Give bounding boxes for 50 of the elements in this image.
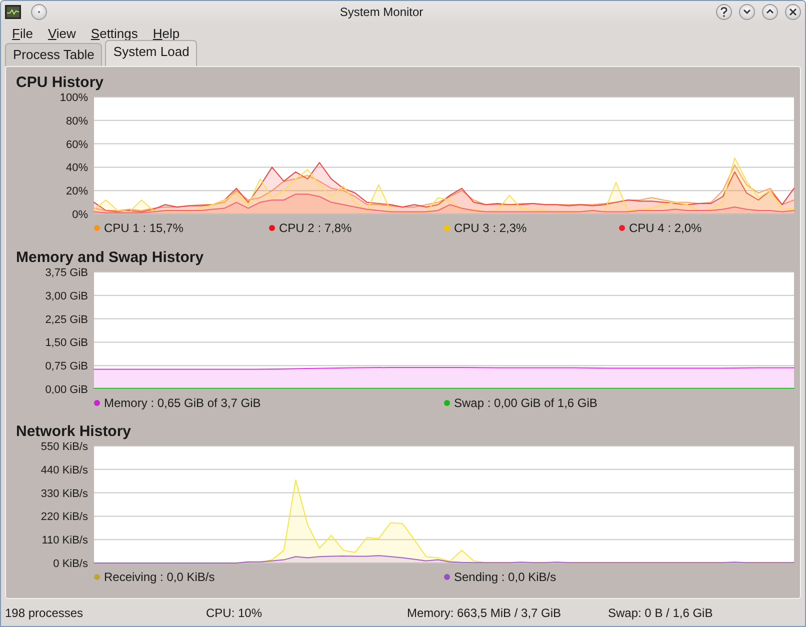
legend-label: CPU 3 : 2,3% bbox=[454, 221, 527, 235]
status-text: 198 processes bbox=[5, 606, 84, 620]
axis-label: 100% bbox=[60, 92, 88, 104]
axis-label: 440 KiB/s bbox=[40, 464, 88, 477]
legend-label: CPU 2 : 7,8% bbox=[279, 221, 352, 235]
menu-item[interactable]: Settings bbox=[84, 26, 144, 40]
close-button[interactable] bbox=[785, 4, 801, 20]
tab[interactable]: System Load bbox=[105, 40, 198, 66]
maximize-button[interactable] bbox=[762, 4, 778, 20]
axis-label: 550 KiB/s bbox=[40, 441, 88, 454]
monitor-icon[interactable] bbox=[5, 4, 21, 18]
legend-label: Receiving : 0,0 KiB/s bbox=[104, 570, 215, 584]
axis-label: 40% bbox=[66, 162, 88, 174]
axis-label: 20% bbox=[66, 186, 88, 198]
section-title: CPU History bbox=[15, 74, 105, 91]
dot-icon bbox=[37, 10, 41, 14]
axis-label: 0% bbox=[72, 209, 88, 219]
axis-label: 60% bbox=[66, 138, 88, 151]
close-icon bbox=[789, 8, 797, 16]
menu-item[interactable]: View bbox=[42, 26, 82, 40]
section-title: Network History bbox=[15, 423, 132, 440]
minimize-button[interactable] bbox=[739, 4, 755, 20]
axis-label: 110 KiB/s bbox=[42, 534, 88, 547]
chevron-down-icon bbox=[743, 9, 751, 14]
question-icon bbox=[720, 6, 728, 16]
tab[interactable]: Process Table bbox=[5, 43, 102, 66]
legend-label: Sending : 0,0 KiB/s bbox=[454, 570, 556, 584]
legend-label: CPU 4 : 2,0% bbox=[629, 221, 702, 235]
chevron-up-icon bbox=[766, 9, 774, 14]
axis-label: 220 KiB/s bbox=[40, 512, 88, 524]
window-title: System Monitor bbox=[338, 4, 424, 18]
menu-item[interactable]: File bbox=[6, 26, 39, 40]
section-title: Memory and Swap History bbox=[15, 248, 205, 266]
legend-label: Memory : 0,65 GiB of 3,7 GiB bbox=[104, 396, 261, 410]
axis-label: 330 KiB/s bbox=[40, 488, 88, 500]
axis-label: 0,75 GiB bbox=[45, 360, 88, 372]
axis-label: 2,25 GiB bbox=[45, 313, 88, 326]
axis-label: 3,75 GiB bbox=[45, 266, 88, 279]
status-text: Memory: 663,5 MiB / 3,7 GiB bbox=[407, 606, 562, 620]
legend-label: Swap : 0,00 GiB of 1,6 GiB bbox=[454, 396, 598, 410]
axis-label: 80% bbox=[66, 115, 88, 128]
axis-label: 1,50 GiB bbox=[45, 336, 88, 349]
menu-item[interactable]: Help bbox=[146, 26, 186, 40]
legend-label: CPU 1 : 15,7% bbox=[104, 221, 184, 235]
help-button[interactable] bbox=[716, 4, 732, 20]
pin-button[interactable] bbox=[31, 4, 47, 20]
axis-label: 3,00 GiB bbox=[45, 290, 88, 302]
axis-label: 0 KiB/s bbox=[53, 558, 88, 568]
status-text: Swap: 0 B / 1,6 GiB bbox=[608, 606, 714, 620]
status-text: CPU: 10% bbox=[206, 606, 264, 620]
